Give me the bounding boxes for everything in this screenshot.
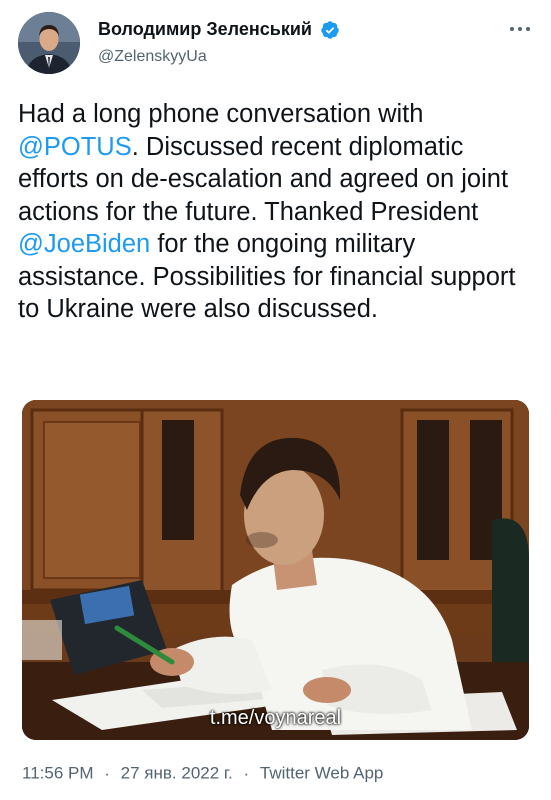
avatar[interactable] bbox=[18, 12, 80, 74]
author-name-row: Володимир Зеленський bbox=[98, 19, 340, 40]
photo-watermark: t.me/voynareal bbox=[209, 707, 342, 729]
meta-separator: · bbox=[243, 763, 250, 783]
tweet-date[interactable]: 27 янв. 2022 г. bbox=[121, 764, 233, 783]
tweet-photo[interactable]: t.me/voynareal bbox=[22, 400, 529, 740]
author-display-name[interactable]: Володимир Зеленський bbox=[98, 19, 312, 40]
mention-link-potus[interactable]: @POTUS bbox=[18, 133, 132, 161]
meta-separator: · bbox=[104, 763, 110, 783]
tweet-time[interactable]: 11:56 PM bbox=[22, 764, 94, 783]
tweet-header: Володимир Зеленський @ZelenskyyUa bbox=[18, 12, 533, 76]
verified-badge-icon bbox=[321, 20, 340, 39]
mention-link-joebiden[interactable]: @JoeBiden bbox=[18, 230, 150, 258]
tweet-card: Володимир Зеленський @ZelenskyyUa Had a … bbox=[0, 0, 551, 800]
avatar-photo-icon bbox=[18, 12, 80, 74]
tweet-metadata: 11:56 PM · 27 янв. 2022 г. · Twitter Web… bbox=[22, 763, 383, 784]
tweet-text: Had a long phone conversation with @POTU… bbox=[18, 98, 538, 326]
office-photo-image bbox=[22, 400, 529, 740]
author-handle[interactable]: @ZelenskyyUa bbox=[98, 48, 207, 66]
tweet-source-app[interactable]: Twitter Web App bbox=[260, 764, 383, 783]
more-horizontal-icon[interactable] bbox=[507, 20, 533, 38]
tweet-text-part: Had a long phone conversation with bbox=[18, 100, 424, 128]
